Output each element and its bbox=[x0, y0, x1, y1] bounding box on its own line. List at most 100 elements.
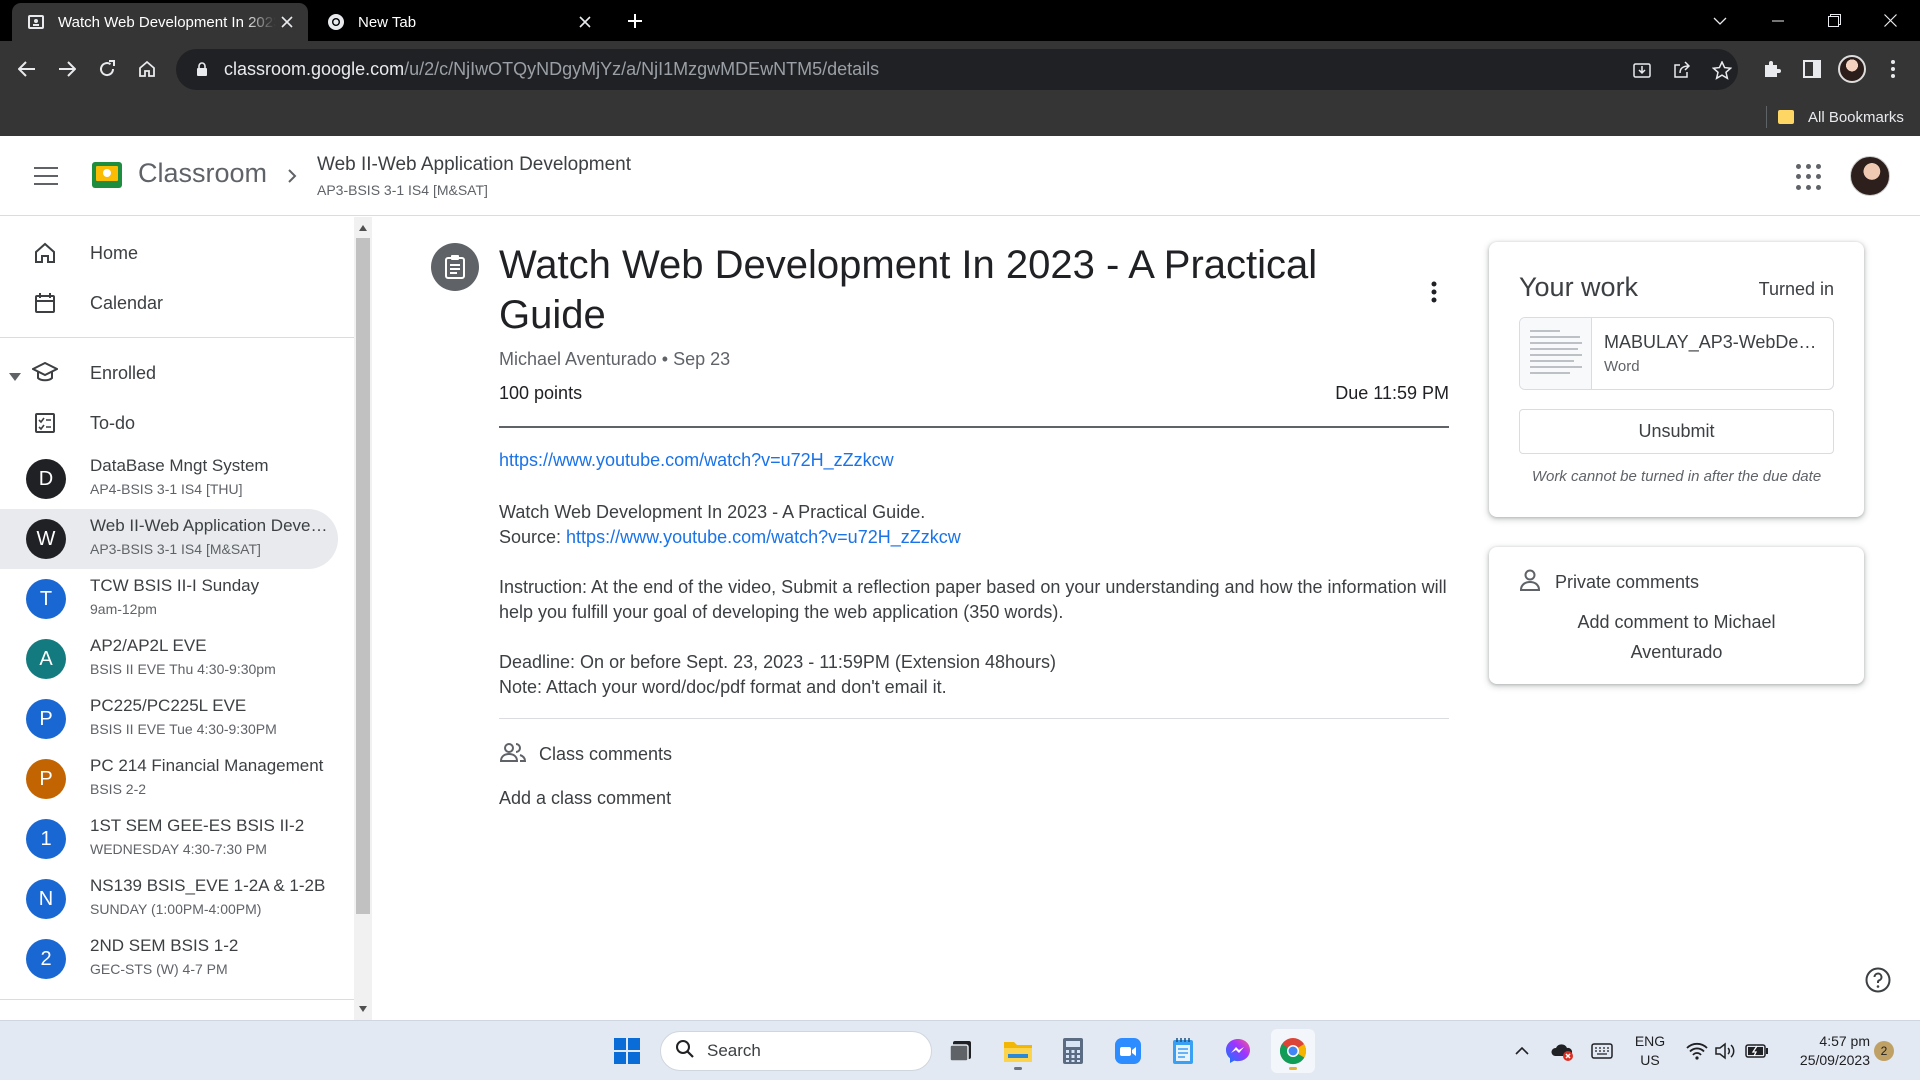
class-comments-header: Class comments bbox=[499, 742, 672, 767]
forward-icon[interactable] bbox=[51, 53, 83, 85]
notepad-icon[interactable] bbox=[1161, 1029, 1205, 1073]
breadcrumb-course[interactable]: Web II-Web Application Development AP3-B… bbox=[317, 154, 631, 198]
task-view-icon[interactable] bbox=[940, 1029, 984, 1073]
course-avatar: N bbox=[26, 879, 66, 919]
description-block: Watch Web Development In 2023 - A Practi… bbox=[499, 500, 1449, 550]
course-name: 1ST SEM GEE-ES BSIS II-2 bbox=[90, 816, 305, 835]
course-avatar: T bbox=[26, 579, 66, 619]
course-name: DataBase Mngt System bbox=[90, 456, 269, 475]
course-title: Web II-Web Application Development bbox=[317, 154, 632, 175]
sidebar-divider bbox=[0, 337, 354, 338]
taskbar-search-label: Search bbox=[707, 1041, 761, 1060]
reload-icon[interactable] bbox=[91, 53, 123, 85]
course-subtitle: SUNDAY (1:00PM-4:00PM) bbox=[90, 901, 262, 917]
source-link[interactable]: https://www.youtube.com/watch?v=u72H_zZz… bbox=[566, 527, 961, 547]
address-bar[interactable]: classroom.google.com/u/2/c/NjIwOTQyNDgyM… bbox=[176, 49, 1738, 90]
chrome-icon bbox=[328, 14, 344, 30]
minimize-icon[interactable] bbox=[1750, 0, 1806, 41]
windows-taskbar: Search ENG US 4:57 pm 25/09/2023 2 bbox=[0, 1020, 1920, 1080]
volume-icon[interactable] bbox=[1714, 1039, 1738, 1063]
main-menu-icon[interactable] bbox=[28, 164, 64, 188]
new-tab-icon[interactable] bbox=[622, 8, 648, 34]
note-text: Note: Attach your word/doc/pdf format an… bbox=[499, 677, 947, 697]
calculator-icon[interactable] bbox=[1051, 1029, 1095, 1073]
messenger-icon[interactable] bbox=[1216, 1029, 1260, 1073]
home-icon[interactable] bbox=[131, 53, 163, 85]
sidebar-item-todo[interactable]: To-do bbox=[0, 399, 338, 447]
course-avatar: 2 bbox=[26, 939, 66, 979]
person-icon bbox=[1519, 569, 1541, 596]
google-apps-icon[interactable] bbox=[1796, 164, 1822, 190]
add-private-comment-button[interactable]: Add comment to Michael Aventurado bbox=[1549, 607, 1804, 667]
browser-menu-icon[interactable] bbox=[1877, 53, 1909, 85]
video-link[interactable]: https://www.youtube.com/watch?v=u72H_zZz… bbox=[499, 450, 894, 471]
input-language[interactable]: ENG US bbox=[1630, 1032, 1670, 1070]
unsubmit-button[interactable]: Unsubmit bbox=[1519, 409, 1834, 454]
sidebar-course-item[interactable]: 1 1ST SEM GEE-ES BSIS II-2 WEDNESDAY 4:3… bbox=[0, 809, 338, 869]
notification-badge[interactable]: 2 bbox=[1874, 1041, 1894, 1061]
sidebar-course-item[interactable]: P PC 214 Financial Management BSIS 2-2 bbox=[0, 749, 338, 809]
course-subtitle: WEDNESDAY 4:30-7:30 PM bbox=[90, 841, 267, 857]
add-class-comment-button[interactable]: Add a class comment bbox=[499, 788, 671, 809]
browser-profile-avatar[interactable] bbox=[1838, 55, 1866, 83]
back-icon[interactable] bbox=[11, 53, 43, 85]
tab-title: New Tab bbox=[358, 13, 417, 31]
system-clock[interactable]: 4:57 pm 25/09/2023 bbox=[1780, 1032, 1870, 1070]
restore-icon[interactable] bbox=[1806, 0, 1862, 41]
sidebar-course-item[interactable]: A AP2/AP2L EVE BSIS II EVE Thu 4:30-9:30… bbox=[0, 629, 338, 689]
assignment-points: 100 points bbox=[499, 383, 583, 403]
more-options-icon[interactable] bbox=[1422, 278, 1446, 306]
all-bookmarks-button[interactable]: All Bookmarks bbox=[1778, 104, 1904, 130]
tab-new-tab[interactable]: New Tab bbox=[312, 3, 606, 41]
browser-tab-bar: Watch Web Development In 2023 - A Practi… bbox=[0, 0, 1920, 41]
sidebar-course-item[interactable]: T TCW BSIS II-I Sunday 9am-12pm bbox=[0, 569, 338, 629]
taskbar-search[interactable]: Search bbox=[660, 1031, 932, 1071]
tab-search-icon[interactable] bbox=[1692, 0, 1748, 41]
lock-icon[interactable] bbox=[192, 62, 212, 77]
sidebar-course-item-selected[interactable]: W Web II-Web Application Development AP3… bbox=[0, 509, 338, 569]
side-panel-icon[interactable] bbox=[1796, 53, 1828, 85]
share-icon[interactable] bbox=[1670, 58, 1694, 82]
sidebar-item-calendar[interactable]: Calendar bbox=[0, 279, 338, 327]
description-line: Watch Web Development In 2023 - A Practi… bbox=[499, 502, 926, 522]
show-hidden-icons-chevron-icon[interactable] bbox=[1510, 1039, 1534, 1063]
close-tab-icon[interactable] bbox=[574, 11, 596, 33]
sidebar-course-item[interactable]: D DataBase Mngt System AP4-BSIS 3-1 IS4 … bbox=[0, 449, 338, 509]
comments-divider bbox=[499, 718, 1449, 719]
caret-down-icon[interactable] bbox=[9, 368, 21, 386]
battery-charging-icon[interactable] bbox=[1745, 1039, 1769, 1063]
extensions-icon[interactable] bbox=[1756, 53, 1788, 85]
sidebar-course-item[interactable]: 2 2ND SEM BSIS 1-2 GEC-STS (W) 4-7 PM bbox=[0, 929, 338, 989]
scroll-up-icon[interactable] bbox=[358, 223, 368, 233]
deadline-text: Deadline: On or before Sept. 23, 2023 - … bbox=[499, 652, 1056, 672]
sidebar-course-item[interactable]: N NS139 BSIS_EVE 1-2A & 1-2B SUNDAY (1:0… bbox=[0, 869, 338, 929]
keyboard-icon[interactable] bbox=[1590, 1039, 1614, 1063]
install-app-icon[interactable] bbox=[1630, 58, 1654, 82]
close-tab-icon[interactable] bbox=[276, 11, 298, 33]
course-subtitle: AP4-BSIS 3-1 IS4 [THU] bbox=[90, 481, 243, 497]
wifi-icon[interactable] bbox=[1685, 1039, 1709, 1063]
classroom-logo-icon[interactable] bbox=[92, 162, 122, 188]
start-button-windows-icon[interactable] bbox=[605, 1029, 649, 1073]
course-subtitle: GEC-STS (W) 4-7 PM bbox=[90, 961, 228, 977]
sidebar-item-enrolled[interactable]: Enrolled bbox=[0, 349, 338, 397]
close-window-icon[interactable] bbox=[1862, 0, 1918, 41]
sidebar-item-home[interactable]: Home bbox=[0, 229, 338, 277]
scroll-down-icon[interactable] bbox=[358, 1004, 368, 1014]
private-comments-label: Private comments bbox=[1555, 572, 1700, 592]
chrome-taskbar-icon[interactable] bbox=[1271, 1029, 1315, 1073]
account-avatar[interactable] bbox=[1850, 156, 1890, 196]
classroom-brand[interactable]: Classroom bbox=[138, 158, 267, 189]
assignment-title: Watch Web Development In 2023 - A Practi… bbox=[499, 243, 1318, 337]
onedrive-error-icon[interactable] bbox=[1550, 1039, 1574, 1063]
sidebar-course-item[interactable]: P PC225/PC225L EVE BSIS II EVE Tue 4:30-… bbox=[0, 689, 338, 749]
tab-active[interactable]: Watch Web Development In 2023 - A Practi… bbox=[12, 3, 308, 41]
zoom-icon[interactable] bbox=[1106, 1029, 1150, 1073]
file-explorer-icon[interactable] bbox=[996, 1029, 1040, 1073]
bookmark-star-icon[interactable] bbox=[1710, 58, 1734, 82]
attachment-card[interactable]: MABULAY_AP3-WebDevelopment Word bbox=[1519, 317, 1834, 390]
assignment-author-date: Michael Aventurado • Sep 23 bbox=[499, 349, 731, 369]
help-icon[interactable] bbox=[1864, 966, 1892, 994]
sidebar-scrollbar-thumb[interactable] bbox=[356, 238, 370, 914]
assignment-description: Watch Web Development In 2023 - A Practi… bbox=[499, 500, 1449, 725]
